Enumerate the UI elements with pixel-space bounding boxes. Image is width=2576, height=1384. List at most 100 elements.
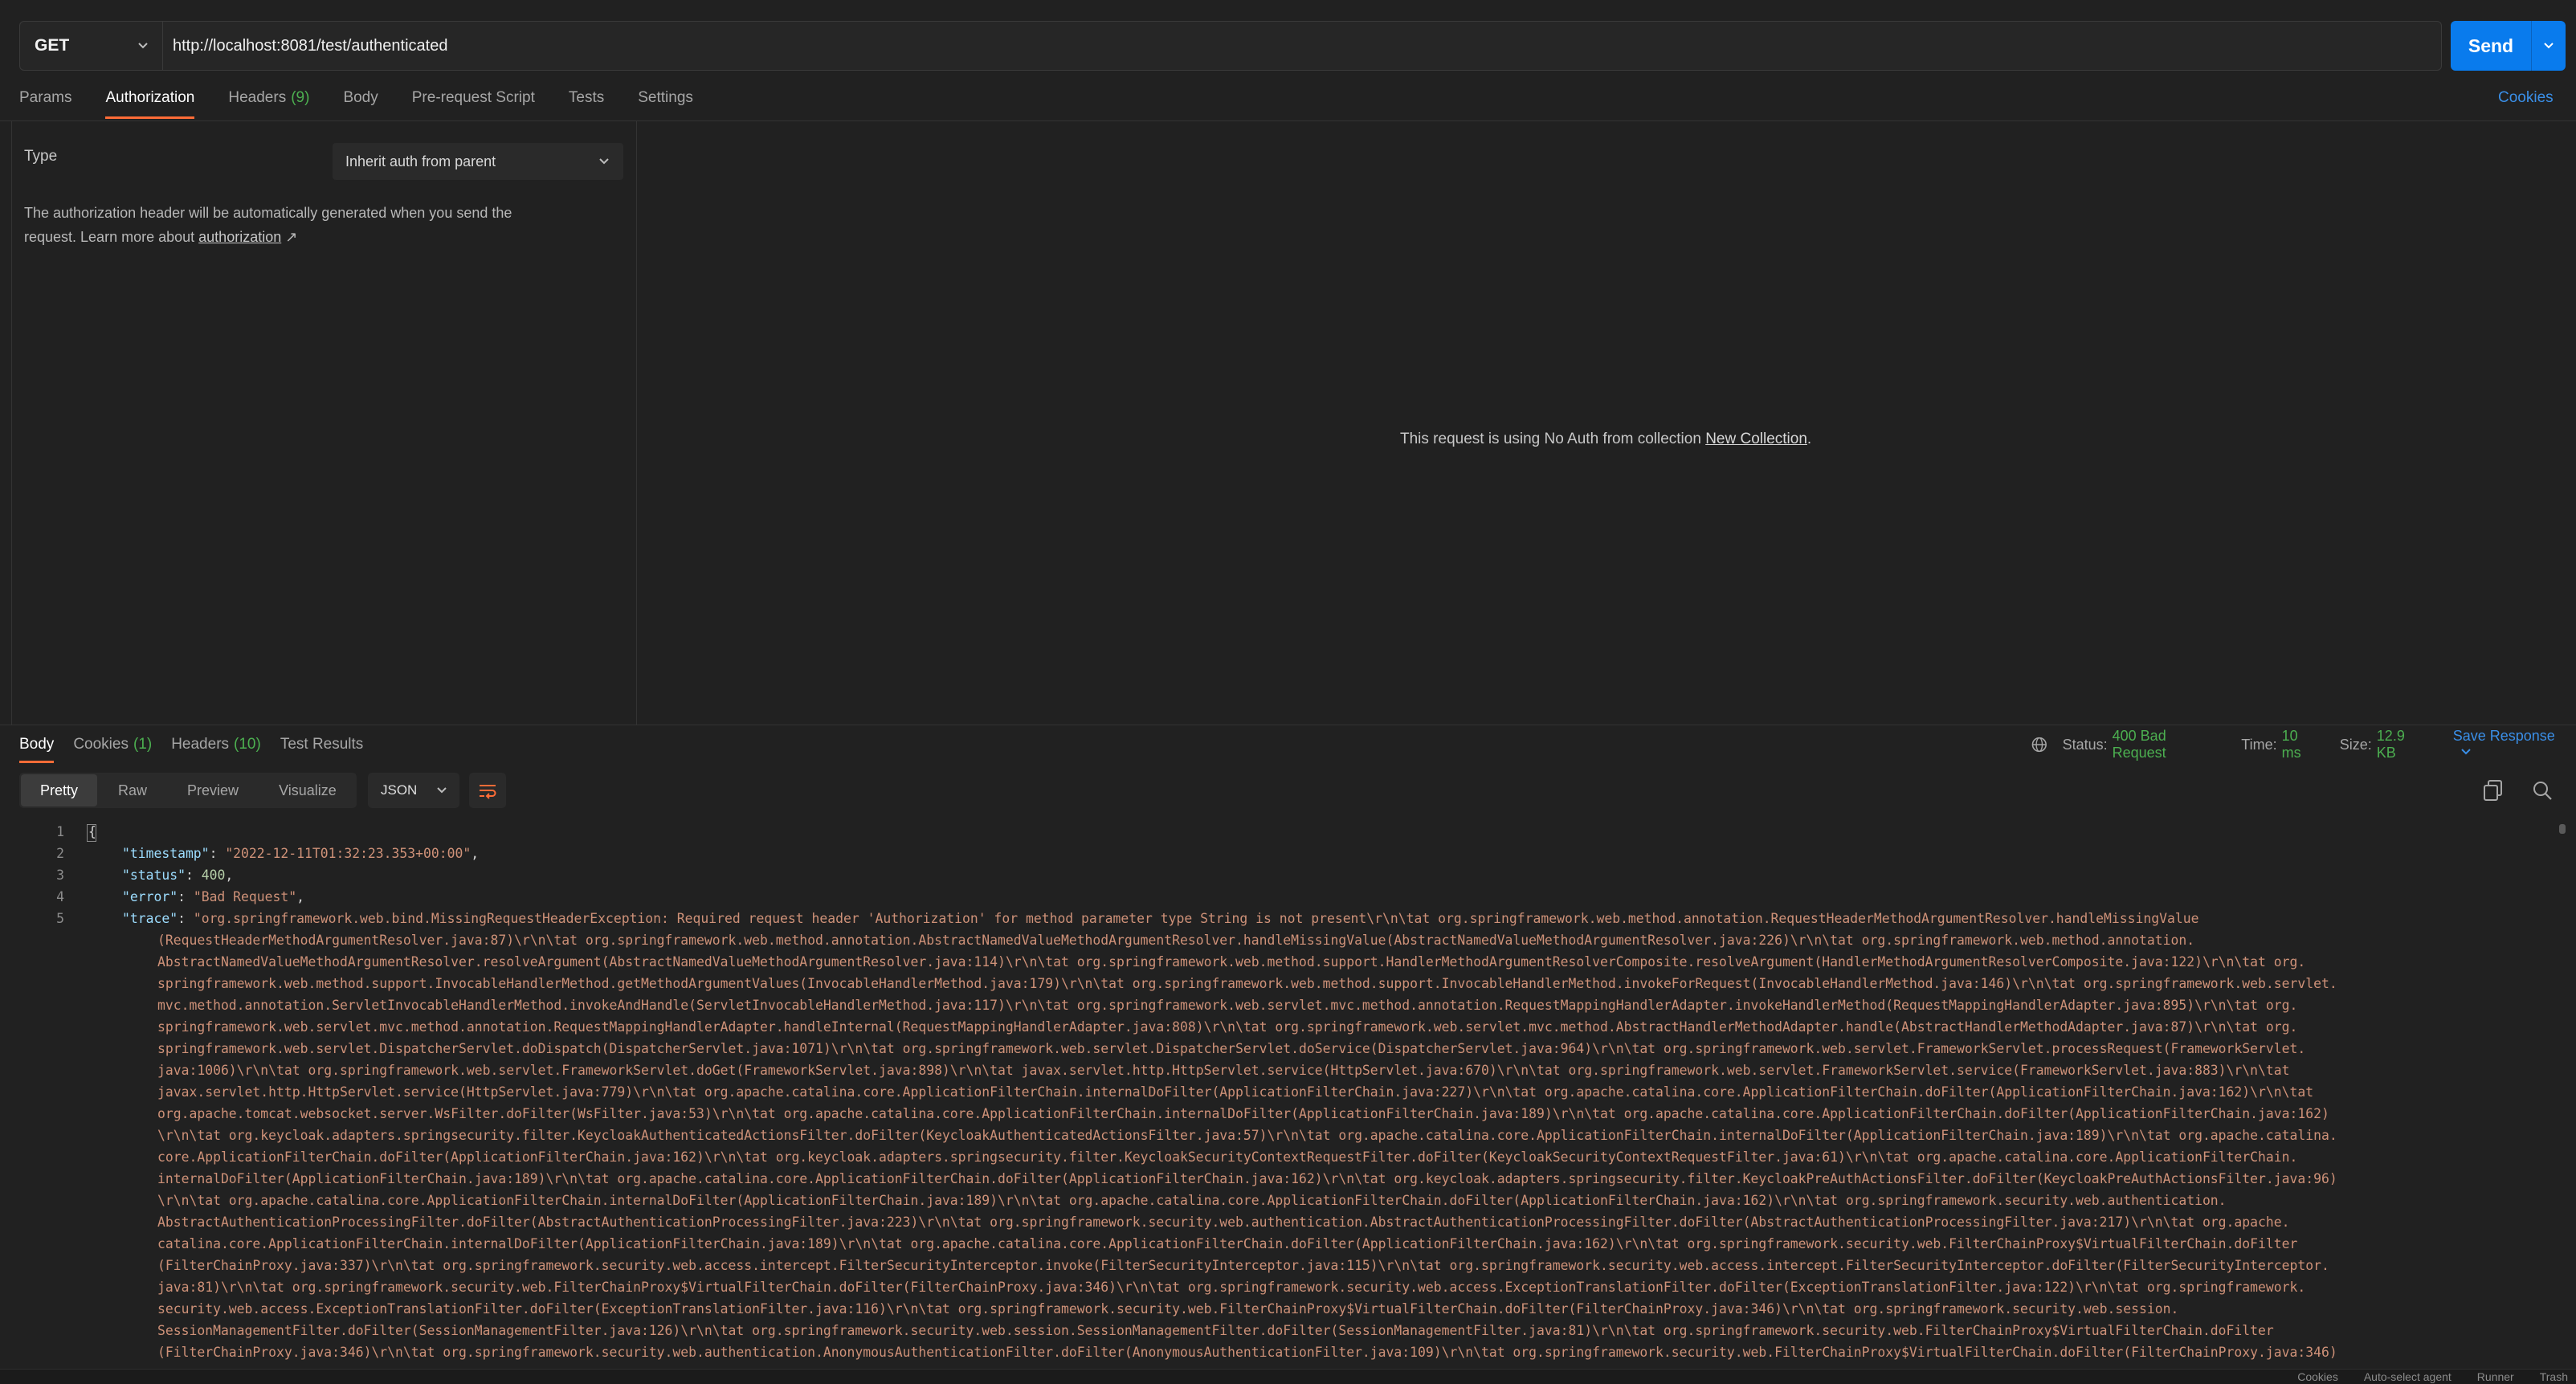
copy-icon[interactable] [2482,778,2505,803]
footer-auto-select-agent[interactable]: Auto-select agent [2364,1370,2451,1384]
auth-description-text: request. Learn more about [24,229,195,245]
tab-count: (10) [234,736,261,753]
json-key: "status" [122,868,186,883]
response-tab-test-results[interactable]: Test Results [280,726,363,763]
json-string: "org.springframework.web.bind.MissingReq… [193,911,2199,926]
line-number: 4 [56,889,64,904]
chevron-down-icon [2460,749,2471,755]
auth-description: The authorization header will be automat… [24,201,602,249]
tab-count: (1) [133,736,153,753]
format-raw[interactable]: Raw [99,774,166,806]
auth-type-label: Type [24,148,58,165]
save-response-button[interactable]: Save Response [2453,728,2576,761]
line-number: 1 [56,824,64,839]
response-tab-cookies[interactable]: Cookies (1) [73,726,152,763]
left-edge-divider [11,120,12,725]
trace-line: springframework.web.servlet.DispatcherSe… [157,1041,2306,1056]
response-tabs: Body Cookies (1) Headers (10) Test Results [19,726,382,763]
trace-line: internalDoFilter(ApplicationFilterChain.… [157,1171,2337,1186]
language-value: JSON [381,782,418,798]
request-bar: GET http://localhost:8081/test/authentic… [19,21,2566,71]
auth-pane-divider [636,120,637,725]
trace-line: java:1006)\r\n\tat org.springframework.w… [157,1063,2290,1078]
tab-settings[interactable]: Settings [638,77,693,119]
trace-line: springframework.web.method.support.Invoc… [157,976,2337,991]
tab-params[interactable]: Params [19,77,71,119]
json-string: "Bad Request" [193,889,297,904]
auth-type-value: Inherit auth from parent [345,153,496,169]
response-body[interactable]: 1 2 3 4 5 { "timestamp": "2022-12-11T01:… [19,821,2549,1367]
save-response-label: Save Response [2452,728,2555,744]
trace-line: (FilterChainProxy.java:337)\r\n\tat org.… [157,1258,2329,1273]
json-string: "2022-12-11T01:32:23.353+00:00" [225,846,472,861]
method-select[interactable]: GET [20,22,163,70]
trace-line: AbstractAuthenticationProcessingFilter.d… [157,1215,2290,1230]
format-visualize[interactable]: Visualize [259,774,356,806]
send-options-chevron-icon[interactable] [2532,39,2566,52]
tabs-divider [0,120,2576,121]
trace-line: \r\n\tat org.keycloak.adapters.springsec… [157,1128,2337,1143]
cookies-link[interactable]: Cookies [2498,77,2554,119]
status-footer: Cookies Auto-select agent Runner Trash [0,1369,2576,1384]
no-auth-text: This request is using No Auth from colle… [1400,431,1701,447]
status-label: Status: [2062,736,2108,753]
tab-label: Authorization [105,89,195,106]
tab-label: Pre-request Script [411,89,535,106]
tab-tests[interactable]: Tests [569,77,604,119]
size-label: Size: [2339,736,2372,753]
time-value[interactable]: 10 ms [2282,728,2321,761]
tab-pre-request-script[interactable]: Pre-request Script [412,77,535,119]
external-link-icon: ↗ [285,229,298,245]
wrap-lines-button[interactable] [469,773,506,808]
size-value[interactable]: 12.9 KB [2377,728,2427,761]
search-icon[interactable] [2530,778,2554,803]
tab-label: Params [19,89,72,106]
globe-icon[interactable] [2031,736,2048,753]
json-key: "timestamp" [122,846,210,861]
trace-line: javax.servlet.http.HttpServlet.service(H… [157,1084,2314,1100]
trace-line: core.ApplicationFilterChain.doFilter(App… [157,1149,2298,1165]
footer-items: Cookies Auto-select agent Runner Trash [2297,1370,2568,1384]
trace-line: security.web.access.ExceptionTranslation… [157,1301,2179,1317]
format-preview[interactable]: Preview [168,774,258,806]
line-number: 5 [56,911,64,926]
response-tab-headers[interactable]: Headers (10) [171,726,261,763]
collection-link[interactable]: New Collection [1705,431,1807,447]
no-auth-period: . [1806,431,1812,447]
json-line-timestamp: "timestamp": "2022-12-11T01:32:23.353+00… [122,846,480,861]
json-line-error: "error": "Bad Request", [122,889,304,904]
tab-label: Headers [228,89,287,106]
url-input[interactable]: http://localhost:8081/test/authenticated [173,22,447,70]
auth-description-line-2: request. Learn more about authorization … [24,225,602,249]
wrap-lines-icon [480,785,496,799]
trace-line: AbstractNamedValueMethodArgumentResolver… [157,954,2306,970]
line-number: 2 [56,846,64,861]
footer-trash[interactable]: Trash [2540,1370,2568,1384]
tab-label: Tests [568,89,605,106]
no-auth-message: This request is using No Auth from colle… [1400,431,1811,448]
footer-cookies[interactable]: Cookies [2297,1370,2338,1384]
tab-body[interactable]: Body [343,77,378,119]
trace-line: org.apache.tomcat.websocket.server.WsFil… [157,1106,2329,1121]
chevron-down-icon [437,787,447,794]
footer-runner[interactable]: Runner [2477,1370,2514,1384]
method-label: GET [35,36,70,55]
trace-line: springframework.web.servlet.mvc.method.a… [157,1019,2298,1035]
send-button[interactable]: Send [2451,21,2566,71]
trace-line: java:81)\r\n\tat org.springframework.sec… [157,1280,2306,1295]
auth-type-select[interactable]: Inherit auth from parent [333,143,623,180]
authorization-link[interactable]: authorization [198,229,281,245]
response-format-group: Pretty Raw Preview Visualize [19,773,357,808]
request-tabs: Params Authorization Headers (9) Body Pre… [19,77,727,119]
response-tab-body[interactable]: Body [19,726,55,763]
response-scrollbar[interactable] [2559,824,2566,834]
trace-line: \r\n\tat org.apache.catalina.core.Applic… [157,1193,2227,1208]
tab-authorization[interactable]: Authorization [105,77,194,119]
language-select[interactable]: JSON [368,773,459,808]
format-pretty[interactable]: Pretty [21,774,98,806]
tab-headers[interactable]: Headers (9) [228,77,309,119]
chevron-down-icon [138,43,148,49]
status-value[interactable]: 400 Bad Request [2113,728,2223,761]
tab-label: Body [343,89,378,106]
json-number: 400 [201,868,226,883]
